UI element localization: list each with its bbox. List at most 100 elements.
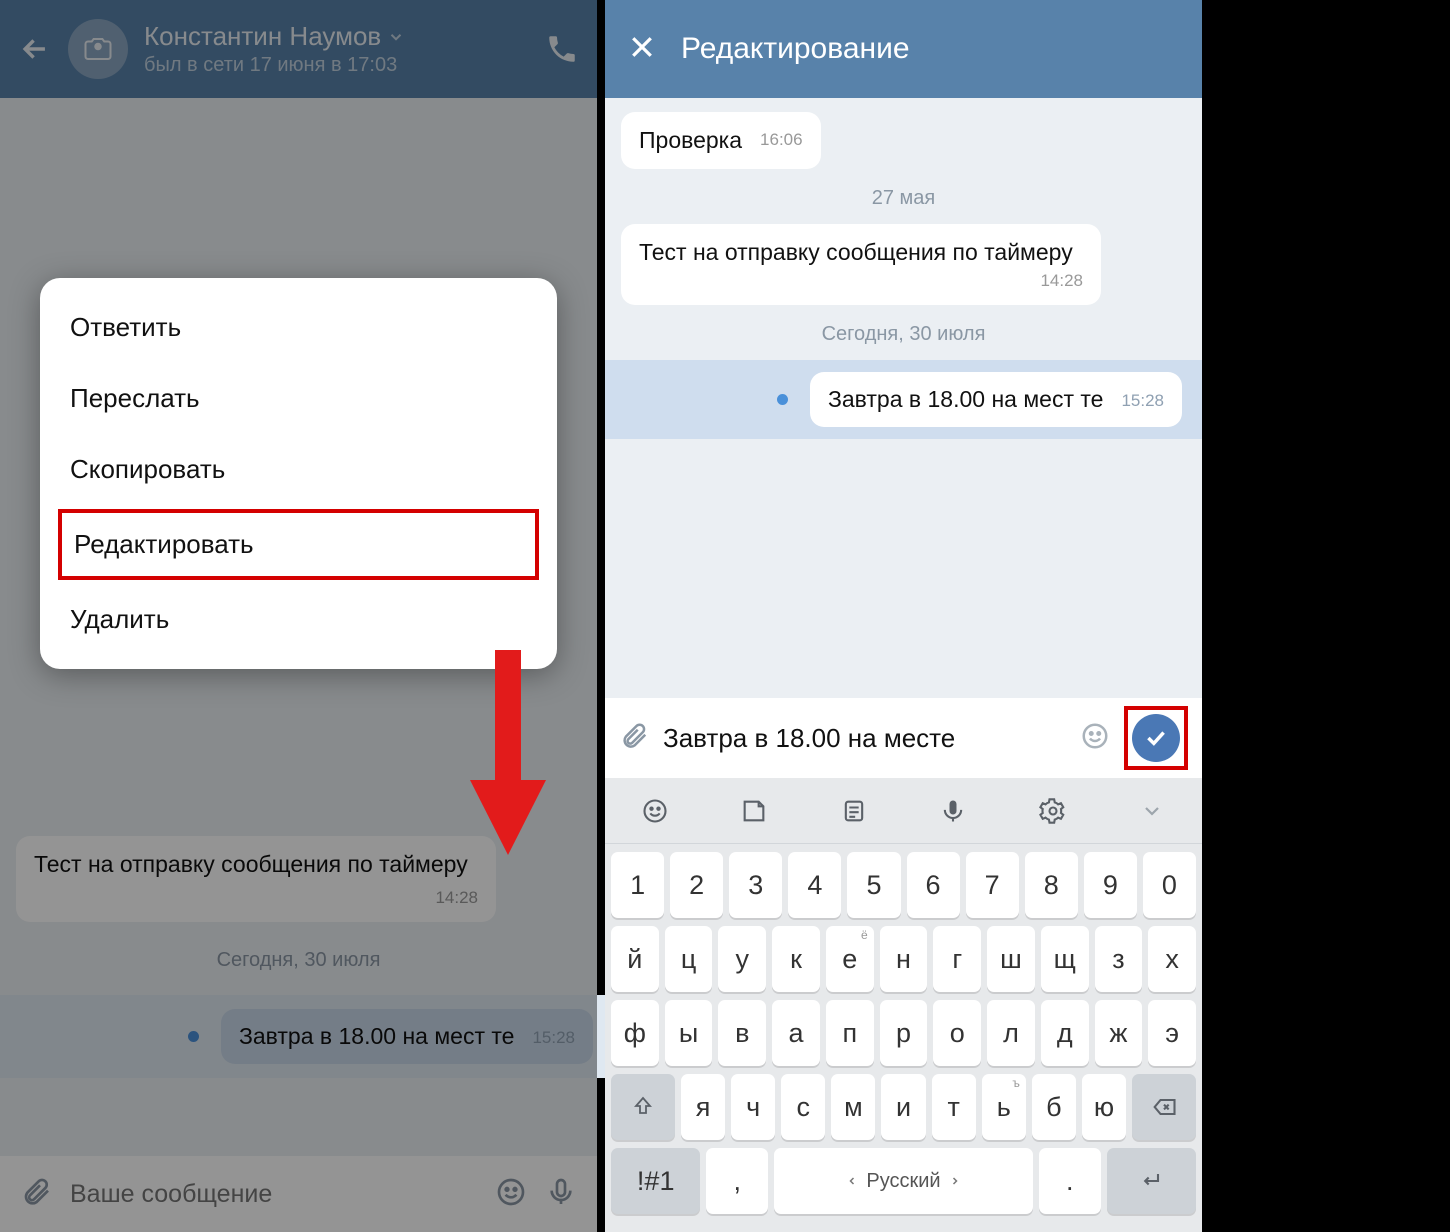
key-е[interactable]: её (826, 926, 874, 992)
key-ц[interactable]: ц (665, 926, 713, 992)
menu-reply[interactable]: Ответить (40, 292, 557, 363)
message-in[interactable]: Проверка 16:06 (621, 112, 1186, 169)
key-ф[interactable]: ф (611, 1000, 659, 1066)
emoji-icon[interactable] (1080, 721, 1110, 756)
key-dot[interactable]: . (1039, 1148, 1101, 1214)
key-э[interactable]: э (1148, 1000, 1196, 1066)
key-1[interactable]: 1 (611, 852, 664, 918)
message-time: 14:28 (1040, 270, 1083, 291)
key-enter[interactable] (1107, 1148, 1196, 1214)
context-menu: Ответить Переслать Скопировать Редактиро… (40, 278, 557, 669)
key-ч[interactable]: ч (731, 1074, 775, 1140)
key-к[interactable]: к (772, 926, 820, 992)
menu-edit[interactable]: Редактировать (58, 509, 539, 580)
key-щ[interactable]: щ (1041, 926, 1089, 992)
kbd-clipboard-icon[interactable] (804, 778, 903, 843)
key-с[interactable]: с (781, 1074, 825, 1140)
last-seen: был в сети 17 июня в 17:03 (144, 54, 529, 77)
message-time: 15:28 (532, 1028, 575, 1048)
key-я[interactable]: я (681, 1074, 725, 1140)
message-in[interactable]: Тест на отправку сообщения по таймеру 14… (621, 224, 1186, 305)
message-text: Проверка (639, 127, 742, 153)
key-comma[interactable]: , (706, 1148, 768, 1214)
selection-dot-icon (777, 394, 788, 405)
message-text: Тест на отправку сообщения по таймеру (34, 851, 468, 877)
key-п[interactable]: п (826, 1000, 874, 1066)
send-button-highlight (1124, 706, 1188, 770)
key-ь[interactable]: ьъ (982, 1074, 1026, 1140)
key-3[interactable]: 3 (729, 852, 782, 918)
kbd-emoji-icon[interactable] (605, 778, 704, 843)
selected-message-row[interactable]: Завтра в 18.00 на мест те 15:28 (0, 995, 613, 1078)
key-л[interactable]: л (987, 1000, 1035, 1066)
key-5[interactable]: 5 (847, 852, 900, 918)
key-9[interactable]: 9 (1084, 852, 1137, 918)
key-symbols[interactable]: !#1 (611, 1148, 700, 1214)
kbd-sticker-icon[interactable] (705, 778, 804, 843)
edit-title: Редактирование (681, 32, 910, 66)
key-о[interactable]: о (933, 1000, 981, 1066)
attachment-icon[interactable] (20, 1176, 52, 1213)
contact-name-label: Константин Наумов (144, 21, 381, 52)
key-7[interactable]: 7 (966, 852, 1019, 918)
key-2[interactable]: 2 (670, 852, 723, 918)
key-й[interactable]: й (611, 926, 659, 992)
menu-forward[interactable]: Переслать (40, 363, 557, 434)
key-м[interactable]: м (831, 1074, 875, 1140)
message-time: 15:28 (1121, 391, 1164, 411)
key-б[interactable]: б (1032, 1074, 1076, 1140)
chevron-left-icon (846, 1175, 858, 1187)
key-8[interactable]: 8 (1025, 852, 1078, 918)
message-in[interactable]: Тест на отправку сообщения по таймеру 14… (16, 836, 496, 922)
right-pane: Редактирование Проверка 16:06 27 мая Тес… (605, 0, 1202, 1232)
key-т[interactable]: т (932, 1074, 976, 1140)
date-separator: 27 мая (621, 187, 1186, 210)
attachment-icon[interactable] (619, 721, 649, 756)
contact-name[interactable]: Константин Наумов (144, 21, 529, 52)
key-6[interactable]: 6 (907, 852, 960, 918)
key-и[interactable]: и (881, 1074, 925, 1140)
key-з[interactable]: з (1095, 926, 1143, 992)
date-separator: Сегодня, 30 июля (621, 323, 1186, 346)
send-button[interactable] (1132, 714, 1180, 762)
key-space[interactable]: Русский (774, 1148, 1033, 1214)
emoji-icon[interactable] (495, 1176, 527, 1213)
message-input[interactable] (70, 1180, 477, 1209)
avatar[interactable] (68, 19, 128, 79)
menu-delete[interactable]: Удалить (40, 584, 557, 655)
kbd-collapse-icon[interactable] (1103, 778, 1202, 843)
key-в[interactable]: в (718, 1000, 766, 1066)
key-ж[interactable]: ж (1095, 1000, 1143, 1066)
kbd-settings-icon[interactable] (1003, 778, 1102, 843)
key-р[interactable]: р (880, 1000, 928, 1066)
keyboard: 1234567890 йцукеёнгшщзх фывапролджэ ячсм… (605, 778, 1202, 1232)
key-ш[interactable]: ш (987, 926, 1035, 992)
editing-message-row[interactable]: Завтра в 18.00 на мест те 15:28 (605, 360, 1202, 439)
key-ы[interactable]: ы (665, 1000, 713, 1066)
keyboard-toolbar (605, 778, 1202, 844)
left-pane: Константин Наумов был в сети 17 июня в 1… (0, 0, 597, 1232)
annotation-arrow-icon (465, 650, 551, 860)
edit-input-bar (605, 698, 1202, 778)
edit-input[interactable] (663, 723, 1066, 754)
key-4[interactable]: 4 (788, 852, 841, 918)
key-у[interactable]: у (718, 926, 766, 992)
menu-copy[interactable]: Скопировать (40, 434, 557, 505)
key-н[interactable]: н (880, 926, 928, 992)
key-0[interactable]: 0 (1143, 852, 1196, 918)
close-icon[interactable] (627, 32, 657, 67)
key-д[interactable]: д (1041, 1000, 1089, 1066)
key-shift[interactable] (611, 1074, 675, 1140)
call-icon[interactable] (545, 32, 579, 66)
key-backspace[interactable] (1132, 1074, 1196, 1140)
mic-icon[interactable] (545, 1176, 577, 1213)
kbd-voice-icon[interactable] (904, 778, 1003, 843)
key-х[interactable]: х (1148, 926, 1196, 992)
key-г[interactable]: г (933, 926, 981, 992)
selection-dot-icon (188, 1031, 199, 1042)
key-а[interactable]: а (772, 1000, 820, 1066)
date-separator: Сегодня, 30 июля (0, 949, 597, 972)
key-ю[interactable]: ю (1082, 1074, 1126, 1140)
back-arrow-icon[interactable] (18, 32, 52, 66)
message-input-bar (0, 1156, 597, 1232)
